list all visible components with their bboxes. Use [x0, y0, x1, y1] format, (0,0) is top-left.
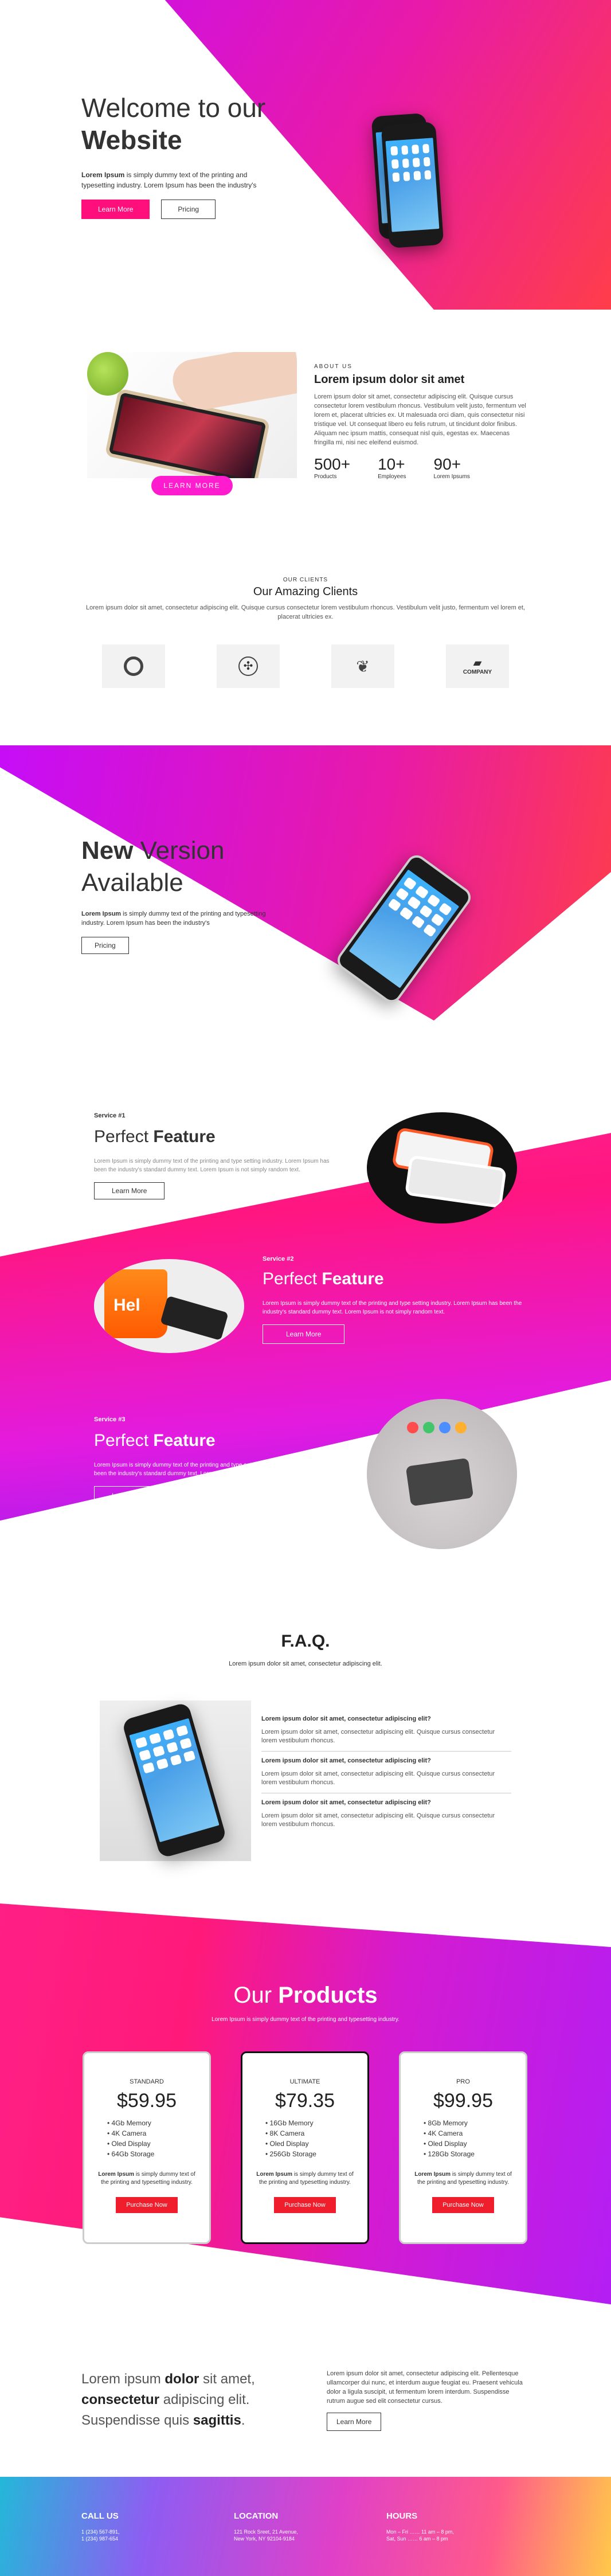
ultimate-purchase-button[interactable]: Purchase Now [274, 2197, 336, 2213]
about-text: Lorem ipsum dolor sit amet, consectetur … [314, 393, 526, 446]
faq-section: F.A.Q. Lorem ipsum dolor sit amet, conse… [0, 1582, 611, 1903]
faq-subtitle: Lorem ipsum dolor sit amet, consectetur … [229, 1660, 382, 1667]
plan-card-ultimate: ULTIMATE $79.35 16Gb Memory8K CameraOled… [241, 2051, 369, 2244]
cta-text: Lorem ipsum dolor sit amet, consectetur … [327, 2370, 523, 2405]
features-section: Service #1 Perfect Feature Lorem Ipsum i… [0, 1021, 611, 1582]
products-subtitle: Lorem Ipsum is simply dummy text of the … [211, 2016, 399, 2023]
company-logo-icon: ▰ [473, 657, 481, 669]
cta-section: Lorem ipsum dolor sit amet, consectetur … [0, 2339, 611, 2477]
hero-title: Welcome to our Website [81, 93, 266, 155]
footer-hours: HOURS Mon – Fri …… 11 am – 8 pm, Sat, Su… [386, 2511, 454, 2542]
faq-title: F.A.Q. [281, 1632, 330, 1651]
faq-item[interactable]: Lorem ipsum dolor sit amet, consectetur … [261, 1752, 511, 1793]
feature-1-image [367, 1112, 517, 1223]
phone-image-front [381, 121, 444, 249]
client-logo-3[interactable]: ❦ [331, 644, 394, 688]
about-image [87, 352, 297, 478]
feature-3-title: Perfect Feature [94, 1431, 216, 1450]
clients-text: Lorem ipsum dolor sit amet, consectetur … [85, 604, 526, 620]
pro-purchase-button[interactable]: Purchase Now [432, 2197, 494, 2213]
feature-2: Service #2 Perfect Feature Lorem Ipsum i… [263, 1256, 532, 1344]
feature-1: Service #1 Perfect Feature Lorem Ipsum i… [94, 1112, 346, 1199]
about-section: LEARN MORE ABOUT US Lorem ipsum dolor si… [0, 310, 611, 539]
feature-2-learn-more-button[interactable]: Learn More [263, 1324, 345, 1344]
about-stats: 500+ Products 10+ Employees 90+ Lorem Ipsum… [314, 455, 527, 480]
about-eyebrow: ABOUT US [314, 363, 352, 370]
faq-image [100, 1701, 251, 1861]
footer-location: LOCATION 121 Rock Sreet, 21 Avenue, New … [234, 2511, 298, 2542]
circle-logo-icon [124, 656, 143, 676]
feature-3-image [367, 1399, 517, 1549]
hero-section: Welcome to our Website Lorem Ipsum is si… [0, 0, 611, 310]
client-logo-4[interactable]: ▰ COMPANY [446, 644, 509, 688]
feature-3: Service #3 Perfect Feature Lorem Ipsum i… [94, 1416, 346, 1506]
about-title: Lorem ipsum dolor sit amet [314, 373, 465, 386]
lotus-logo-icon: ❦ [356, 657, 370, 675]
clients-eyebrow: OUR CLIENTS [283, 577, 328, 583]
apple-image [87, 352, 128, 396]
version-title: New Version Available [81, 836, 225, 897]
client-logo-1[interactable] [102, 644, 165, 688]
about-learn-more-badge[interactable]: LEARN MORE [151, 476, 233, 495]
hero-learn-more-button[interactable]: Learn More [81, 200, 150, 219]
faq-list: Lorem ipsum dolor sit amet, consectetur … [261, 1715, 511, 1829]
products-title: Our Products [233, 1983, 378, 2008]
faq-phone-image [121, 1702, 228, 1859]
stat-employees: 10+ Employees [378, 455, 406, 480]
cta-learn-more-button[interactable]: Learn More [327, 2413, 382, 2431]
products-section: Our Products Lorem Ipsum is simply dummy… [0, 1903, 611, 2339]
client-logo-2[interactable]: ✣ [217, 644, 280, 688]
client-logos: ✣ ❦ ▰ COMPANY [102, 644, 509, 688]
feature-2-image: Hel [94, 1259, 244, 1353]
clients-section: OUR CLIENTS Our Amazing Clients Lorem ip… [0, 539, 611, 745]
footer: CALL US 1 (234) 567-891, 1 (234) 987-654… [0, 2477, 611, 2576]
new-version-section: New Version Available Lorem Ipsum is sim… [0, 745, 611, 1021]
version-pricing-button[interactable]: Pricing [81, 937, 129, 954]
hero-pricing-button[interactable]: Pricing [161, 200, 216, 219]
feature-1-learn-more-button[interactable]: Learn More [94, 1182, 165, 1199]
feature-1-title: Perfect Feature [94, 1127, 216, 1146]
triskelion-logo-icon: ✣ [238, 656, 258, 676]
hero-text: Lorem Ipsum is simply dummy text of the … [81, 171, 257, 189]
footer-call: CALL US 1 (234) 567-891, 1 (234) 987-654 [81, 2511, 120, 2542]
standard-purchase-button[interactable]: Purchase Now [116, 2197, 178, 2213]
hand-image [169, 352, 297, 415]
faq-item[interactable]: Lorem ipsum dolor sit amet, consectetur … [261, 1793, 511, 1829]
clients-title: Our Amazing Clients [253, 585, 358, 598]
feature-2-title: Perfect Feature [263, 1269, 384, 1288]
cta-heading: Lorem ipsum dolor sit amet, consectetur … [81, 2371, 255, 2428]
stat-lorem: 90+ Lorem Ipsums [433, 455, 470, 480]
feature-3-learn-more-button[interactable]: Learn More [94, 1486, 165, 1506]
stat-products: 500+ Products [314, 455, 351, 480]
plan-card-pro: PRO $99.95 8Gb Memory4K CameraOled Displ… [399, 2051, 527, 2244]
version-text: Lorem Ipsum is simply dummy text of the … [81, 910, 266, 927]
faq-item[interactable]: Lorem ipsum dolor sit amet, consectetur … [261, 1715, 511, 1752]
plan-card-standard: STANDARD $59.95 4Gb Memory4K CameraOled … [83, 2051, 211, 2244]
